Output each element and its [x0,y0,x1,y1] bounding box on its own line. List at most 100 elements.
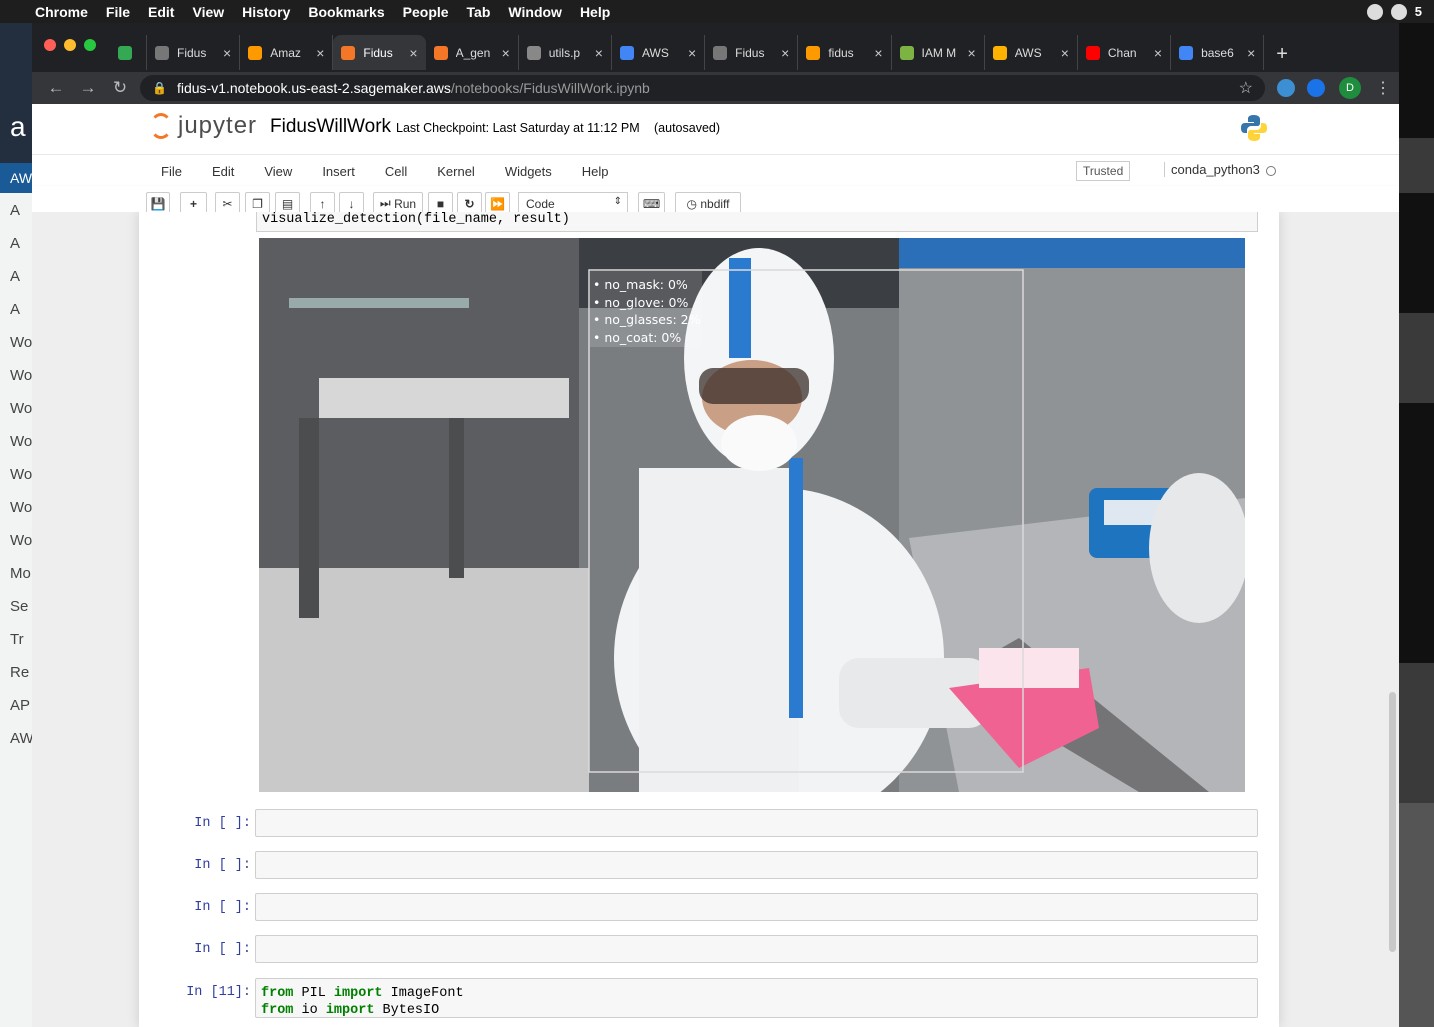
menu-edit[interactable]: Edit [197,164,249,179]
notebook-name[interactable]: FidusWillWork [270,116,391,138]
maximize-window-icon[interactable] [84,39,96,51]
url-bar[interactable]: 🔒 fidus-v1.notebook.us-east-2.sagemaker.… [140,75,1265,101]
aws-sidebar-item[interactable]: Wo [0,523,32,556]
code-cell-tail[interactable]: visualize_detection(file_name, result) [256,212,1258,232]
status-icon[interactable] [1366,3,1383,20]
aws-sidebar-item[interactable]: A [0,259,32,292]
tab-title: fidus [828,45,854,60]
aws-header: a [0,23,32,163]
menu-view[interactable]: View [249,164,307,179]
menubar-bookmarks[interactable]: Bookmarks [299,4,393,20]
menu-file[interactable]: File [146,164,197,179]
tab-close-icon[interactable]: × [316,45,324,61]
reload-icon[interactable]: ↻ [104,78,136,98]
close-window-icon[interactable] [44,39,56,51]
cell-input[interactable]: from PIL import ImageFont from io import… [255,978,1258,1018]
browser-tab[interactable]: Fidus × [705,35,799,70]
kernel-indicator[interactable]: conda_python3 [1164,162,1276,177]
browser-tab[interactable]: Amaz × [240,35,334,70]
new-tab-button[interactable]: + [1264,43,1300,66]
aws-sidebar-item[interactable]: Se [0,589,32,622]
plus-icon: + [189,196,197,211]
more-menu-icon[interactable]: ⋮ [1375,78,1391,98]
menubar-tab[interactable]: Tab [458,4,500,20]
menubar-edit[interactable]: Edit [139,4,183,20]
tab-close-icon[interactable]: × [1154,45,1162,61]
browser-tab[interactable]: AWS × [612,35,706,70]
tab-close-icon[interactable]: × [595,45,603,61]
aws-sidebar-item[interactable]: Wo [0,358,32,391]
menubar-people[interactable]: People [394,4,458,20]
tab-close-icon[interactable]: × [502,45,510,61]
tab-close-icon[interactable]: × [688,45,696,61]
menubar-history[interactable]: History [233,4,299,20]
tab-close-icon[interactable]: × [968,45,976,61]
lock-icon[interactable]: 🔒 [152,81,167,95]
cell-input[interactable] [255,809,1258,837]
tab-close-icon[interactable]: × [1247,45,1255,61]
tab-title: Fidus [177,45,207,60]
kernel-idle-icon [1265,165,1276,176]
menubar-window[interactable]: Window [499,4,571,20]
aws-sidebar-item[interactable]: Tr [0,622,32,655]
browser-tab[interactable]: Fidus × [333,35,426,70]
tab-close-icon[interactable]: × [781,45,789,61]
menubar-app[interactable]: Chrome [26,4,97,20]
empty-code-cell: In [ ]: [139,935,1279,965]
browser-tab[interactable]: IAM M × [892,35,985,70]
tab-title: Fidus [735,45,765,60]
browser-tab[interactable]: fidus × [798,35,892,70]
extension-icon[interactable] [1307,79,1325,97]
cell-input[interactable] [255,935,1258,963]
tab-favicon-icon [992,45,1007,60]
cell-input[interactable] [255,851,1258,879]
tab-close-icon[interactable]: × [409,45,417,61]
tab-close-icon[interactable]: × [1061,45,1069,61]
back-icon[interactable]: ← [40,78,72,98]
menu-help[interactable]: Help [567,164,624,179]
aws-sidebar-item[interactable]: Wo [0,424,32,457]
tab-title: Fidus [363,45,393,60]
browser-tab[interactable]: AWS × [985,35,1078,70]
minimize-window-icon[interactable] [64,39,76,51]
jupyter-logo[interactable]: jupyter [150,112,257,140]
aws-sidebar-item[interactable]: A [0,226,32,259]
aws-sidebar-item[interactable]: Wo [0,457,32,490]
aws-sidebar-item[interactable]: Wo [0,325,32,358]
aws-sidebar-item[interactable]: Wo [0,490,32,523]
import-code-cell: In [11]: from PIL import ImageFont from … [139,978,1279,1027]
browser-tab[interactable]: utils.p × [519,35,612,70]
menu-widgets[interactable]: Widgets [490,164,567,179]
extension-icon[interactable] [1277,79,1295,97]
menubar-view[interactable]: View [183,4,233,20]
aws-sidebar-item[interactable]: Mo [0,556,32,589]
menubar-file[interactable]: File [97,4,139,20]
profile-avatar[interactable]: D [1339,77,1361,99]
aws-sidebar-item[interactable]: AP [0,688,32,721]
aws-sidebar-item[interactable]: AW [0,721,32,754]
status-icon[interactable] [1390,3,1407,20]
trusted-indicator[interactable]: Trusted [1076,161,1131,181]
select-arrows-icon: ⇕ [613,196,622,207]
menubar-help[interactable]: Help [571,4,619,20]
menu-insert[interactable]: Insert [307,164,370,179]
page-scrollbar[interactable] [1389,692,1396,952]
aws-sidebar-item[interactable]: Wo [0,391,32,424]
cell-prompt: In [11]: [186,985,251,1000]
tab-close-icon[interactable]: × [223,45,231,61]
browser-tab[interactable]: Fidus × [147,35,241,70]
cell-input[interactable] [255,893,1258,921]
aws-sidebar-item[interactable]: A [0,193,32,226]
bookmark-star-icon[interactable]: ☆ [1239,78,1253,98]
forward-icon[interactable]: → [72,78,104,98]
browser-tab[interactable]: base6 × [1171,35,1265,70]
browser-tab[interactable]: Chan × [1078,35,1172,70]
aws-sidebar-item[interactable]: Re [0,655,32,688]
browser-tab[interactable]: A_gen × [426,35,519,70]
browser-tab[interactable] [112,35,147,70]
tab-close-icon[interactable]: × [874,45,882,61]
menu-cell[interactable]: Cell [370,164,422,179]
aws-sidebar-item[interactable]: A [0,292,32,325]
copy-icon: ❐ [252,196,263,211]
menu-kernel[interactable]: Kernel [422,164,490,179]
